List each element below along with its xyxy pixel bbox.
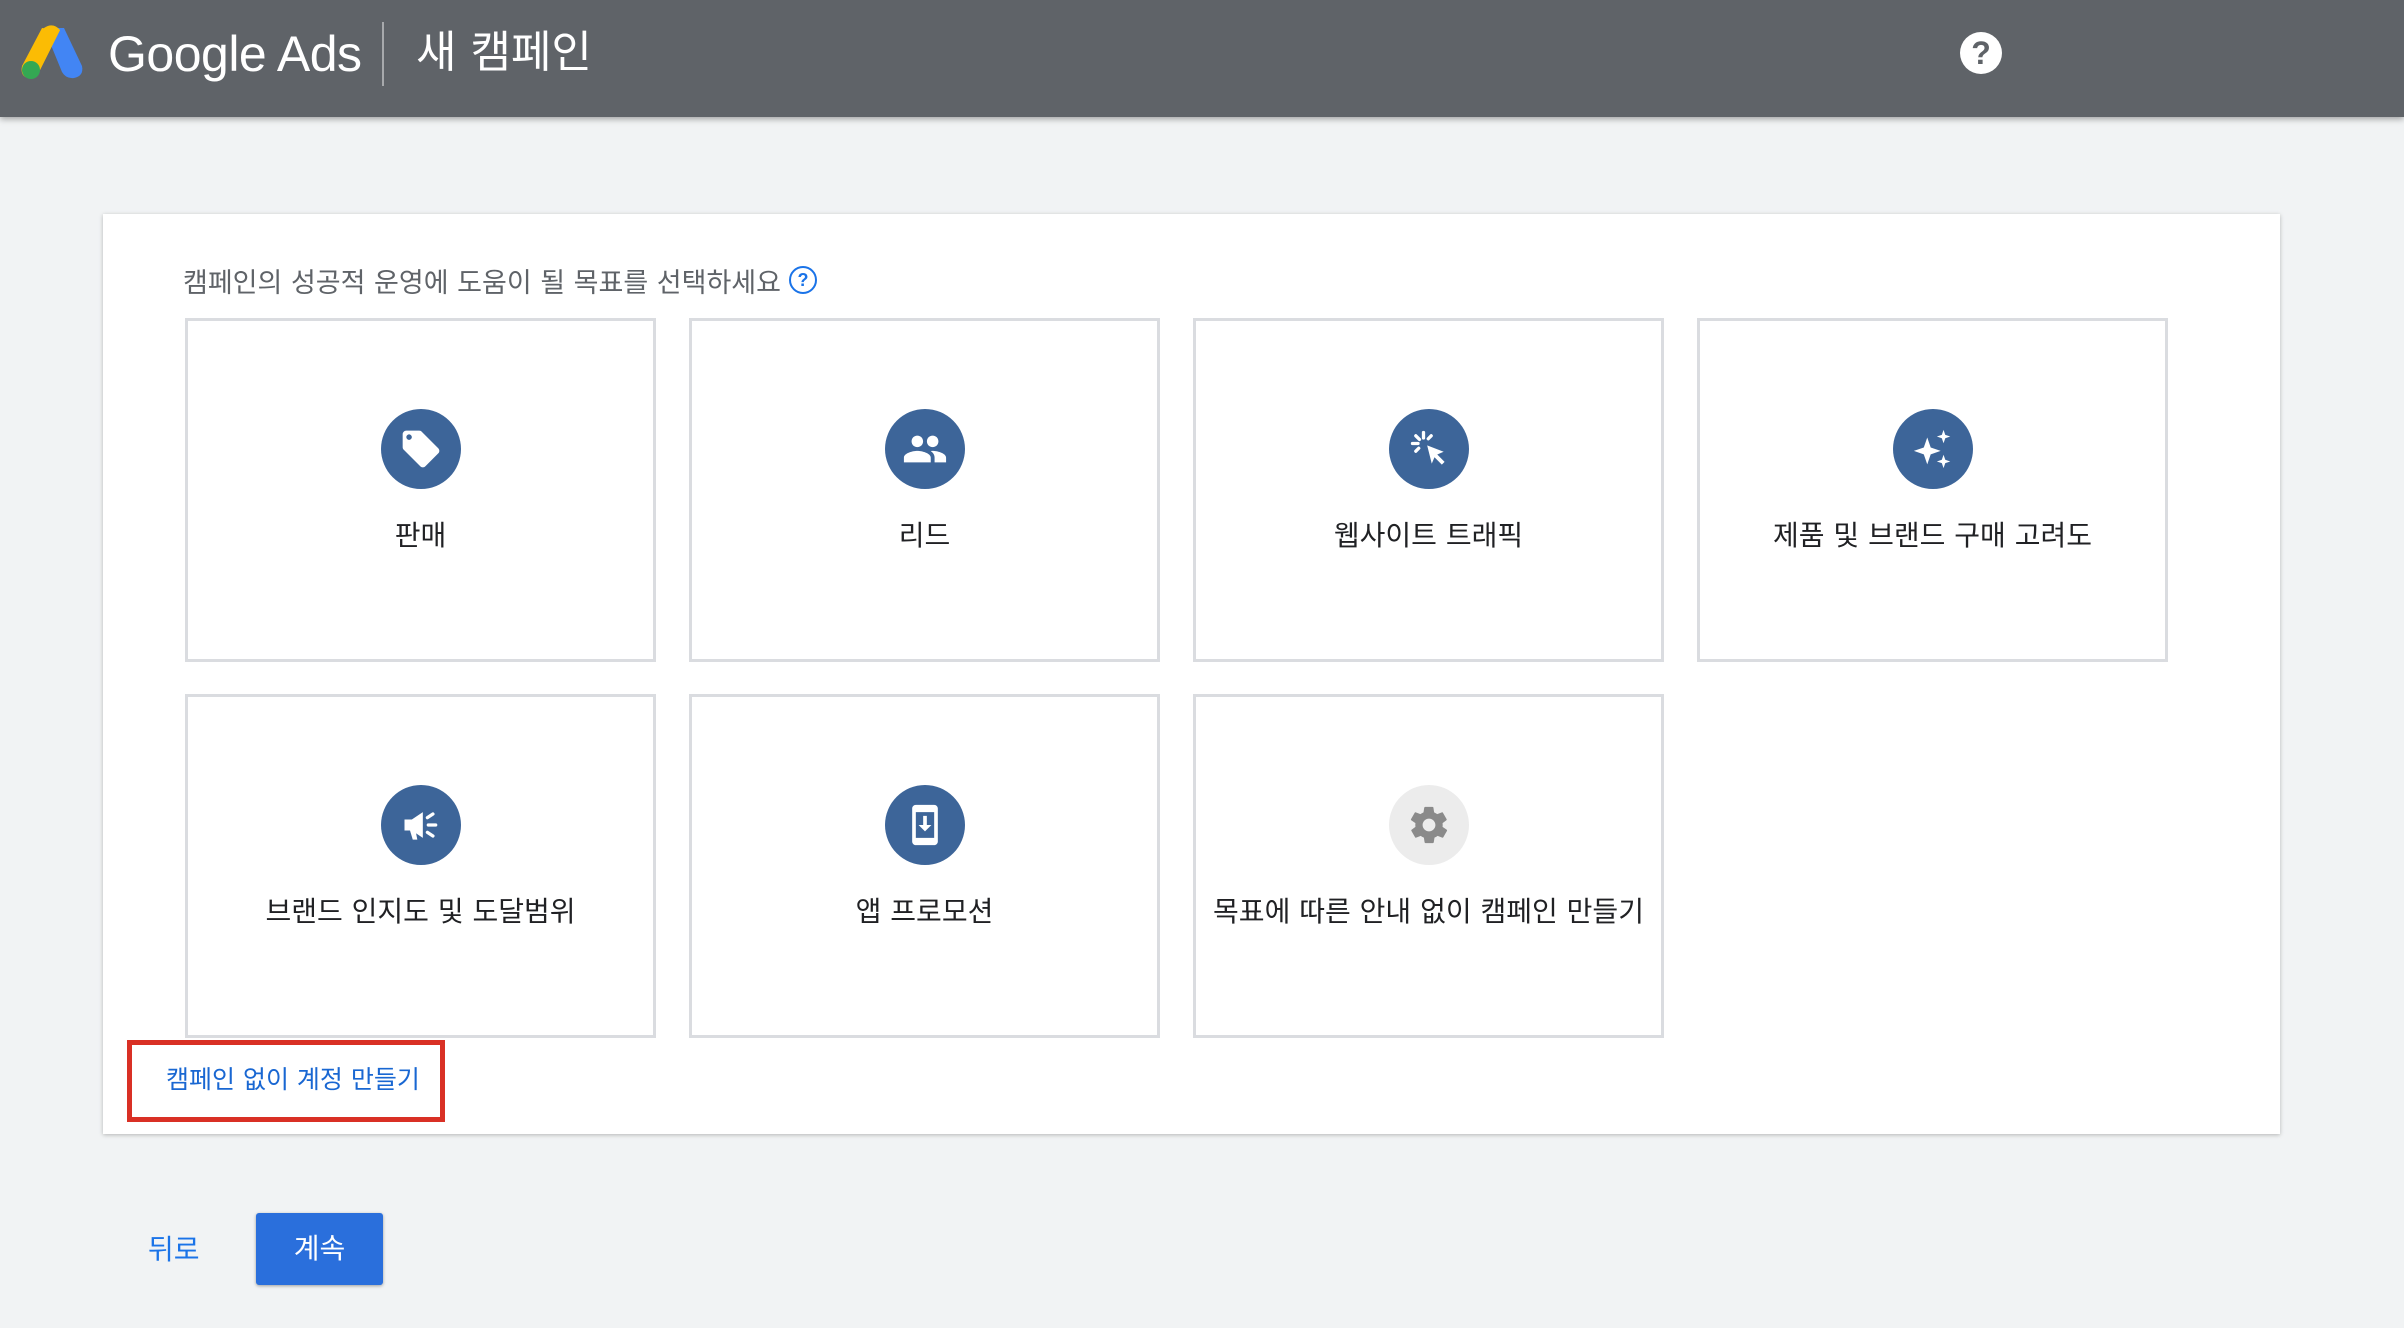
goal-tile-brand-awareness[interactable]: 브랜드 인지도 및 도달범위	[185, 694, 656, 1038]
goal-tile-no-guidance[interactable]: 목표에 따른 안내 없이 캠페인 만들기	[1193, 694, 1664, 1038]
goal-prompt: 캠페인의 성공적 운영에 도움이 될 목표를 선택하세요 ?	[183, 264, 817, 304]
goal-label: 제품 및 브랜드 구매 고려도	[1773, 519, 2092, 552]
back-button[interactable]: 뒤로	[148, 1230, 200, 1270]
brand-name: Google Ads	[108, 26, 362, 82]
goal-prompt-text: 캠페인의 성공적 운영에 도움이 될 목표를 선택하세요	[183, 268, 781, 299]
header-divider	[382, 22, 384, 86]
goal-label: 목표에 따른 안내 없이 캠페인 만들기	[1213, 895, 1644, 928]
tag-icon	[380, 409, 461, 489]
goal-tile-consideration[interactable]: 제품 및 브랜드 구매 고려도	[1697, 318, 2168, 662]
help-icon[interactable]: ?	[1960, 32, 2002, 74]
prompt-help-icon[interactable]: ?	[788, 266, 817, 294]
top-app-bar: Google Ads 새 캠페인 ?	[0, 0, 2404, 117]
mobile-download-icon	[884, 785, 965, 865]
goal-label: 리드	[898, 519, 951, 552]
goal-tile-leads[interactable]: 리드	[689, 318, 1160, 662]
continue-button[interactable]: 계속	[256, 1213, 383, 1285]
goal-label: 웹사이트 트래픽	[1333, 519, 1524, 552]
goal-selection-card: 캠페인의 성공적 운영에 도움이 될 목표를 선택하세요 ? 판매 리드 웹사이…	[103, 214, 2280, 1134]
goal-label: 브랜드 인지도 및 도달범위	[265, 895, 576, 928]
create-account-without-campaign-link[interactable]: 캠페인 없이 계정 만들기	[166, 1062, 420, 1098]
sparkle-icon	[1892, 409, 1973, 489]
gear-icon	[1388, 785, 1469, 865]
people-icon	[884, 409, 965, 489]
goal-tile-app-promotion[interactable]: 앱 프로모션	[689, 694, 1160, 1038]
goal-tile-sales[interactable]: 판매	[185, 318, 656, 662]
goal-tile-website-traffic[interactable]: 웹사이트 트래픽	[1193, 318, 1664, 662]
page-title: 새 캠페인	[416, 27, 592, 78]
goal-label: 판매	[394, 519, 447, 552]
google-ads-logo-icon	[21, 25, 83, 79]
goal-label: 앱 프로모션	[855, 895, 994, 928]
megaphone-icon	[380, 785, 461, 865]
cursor-click-icon	[1388, 409, 1469, 489]
